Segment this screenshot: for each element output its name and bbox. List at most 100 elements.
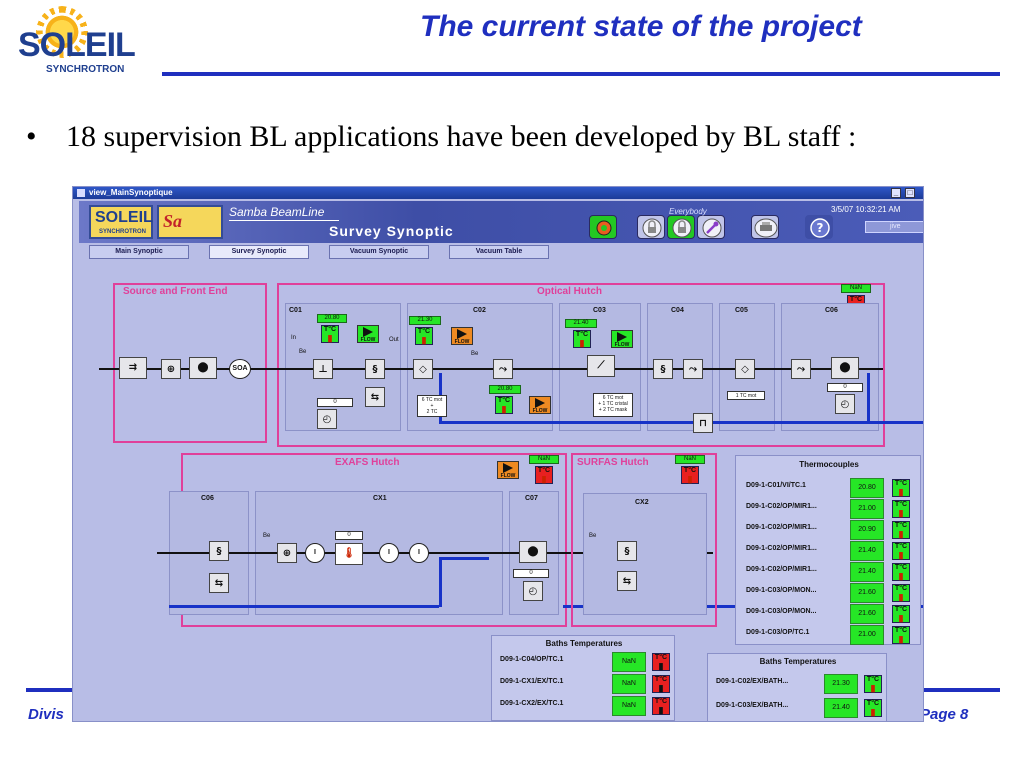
c05-tc-note: 1 TC mot bbox=[727, 391, 765, 400]
table-row: D09-1-C02/OP/MIR1... 21.40 T°C ▮ bbox=[746, 541, 916, 561]
cx1-ion-chamber-3-icon[interactable]: I bbox=[409, 543, 429, 563]
bath-name: D09-1-CX2/EX/TC.1 bbox=[500, 700, 564, 707]
c06b-bellows-icon[interactable]: § bbox=[209, 541, 229, 561]
c03-thermometer-icon[interactable]: T°C ▮ bbox=[573, 330, 591, 348]
c02-tc-note: 6 TC mot + 2 TC bbox=[417, 395, 447, 417]
exafs-thermometer-icon[interactable]: T°C ▮ bbox=[535, 466, 553, 484]
user-field[interactable]: jive bbox=[865, 221, 923, 233]
thermometer-icon[interactable]: T°C ▮ bbox=[892, 605, 910, 623]
baths-temperatures-panel-2: Baths Temperatures D09-1-C02/EX/BATH... 2… bbox=[707, 653, 887, 721]
cell-cx1-label: CX1 bbox=[373, 495, 387, 502]
source-device[interactable]: ⇉ bbox=[119, 357, 147, 379]
c04-bellows-icon[interactable]: § bbox=[653, 359, 673, 379]
app-header: SOLEIL SYNCHROTRON Sa Samba BeamLine Sur… bbox=[79, 201, 923, 243]
help-glyph: ? bbox=[817, 221, 824, 235]
thermometer-icon[interactable]: T°C ▮ bbox=[892, 542, 910, 560]
c01-flow-icon[interactable]: FLOW bbox=[357, 325, 379, 343]
thermometer-icon[interactable]: T°C ▮ bbox=[652, 675, 670, 693]
cell-c06-label: C06 bbox=[825, 307, 838, 314]
table-row: D09-1-C03/EX/BATH... 21.40 T°C ▮ bbox=[716, 698, 884, 718]
thermometer-icon[interactable]: T°C ▮ bbox=[892, 584, 910, 602]
thermometer-icon[interactable]: T°C ▮ bbox=[892, 479, 910, 497]
gear-icon[interactable] bbox=[589, 215, 617, 239]
lock-icon[interactable] bbox=[667, 215, 695, 239]
c06b-pump-icon[interactable]: ⇆ bbox=[209, 573, 229, 593]
tc-value: 21.60 bbox=[850, 583, 884, 603]
thermometer-icon[interactable]: T°C ▮ bbox=[892, 521, 910, 539]
footer-left-text: Divis bbox=[28, 706, 64, 723]
maximize-button[interactable]: □ bbox=[905, 188, 915, 198]
lock-icon[interactable] bbox=[637, 215, 665, 239]
tab-survey-synoptic[interactable]: Survey Synoptic bbox=[209, 245, 309, 259]
table-row: D09-1-C02/OP/MIR1... 21.00 T°C ▮ bbox=[746, 499, 916, 519]
app-logo-word: SOLEIL bbox=[95, 209, 153, 226]
baths-title-1: Baths Temperatures bbox=[545, 639, 623, 648]
cx1-crosshair-icon[interactable]: ⊕ bbox=[277, 543, 297, 563]
table-row: D09-1-C03/OP/TC.1 21.00 T°C ▮ bbox=[746, 625, 916, 645]
tc-name: D09-1-C01/VI/TC.1 bbox=[746, 482, 806, 489]
cx1-ion-chamber-2-icon[interactable]: I bbox=[379, 543, 399, 563]
footer-divider-right bbox=[924, 688, 1000, 692]
c02-thermometer-icon[interactable]: T°C ▮ bbox=[415, 327, 433, 345]
c06-screen-icon[interactable]: ⬤ bbox=[831, 357, 859, 379]
c01-thermometer-icon[interactable]: T°C ▮ bbox=[321, 325, 339, 343]
exafs-flow-icon[interactable]: FLOW bbox=[497, 461, 519, 479]
c02-flow2-icon[interactable]: FLOW bbox=[529, 396, 551, 414]
thermometer-icon[interactable]: T°C ▮ bbox=[652, 653, 670, 671]
thermocouples-title: Thermocouples bbox=[799, 460, 859, 469]
c06-filter-icon[interactable]: ⤳ bbox=[791, 359, 811, 379]
cx2-pump-icon[interactable]: ⇆ bbox=[617, 571, 637, 591]
water-line-optical bbox=[439, 421, 923, 424]
optical-nan-readout: NaN bbox=[841, 284, 871, 293]
thermometer-icon[interactable]: T°C ▮ bbox=[892, 626, 910, 644]
samba-logo-word: Sa bbox=[163, 211, 183, 231]
c02-mirror-icon[interactable]: ◇ bbox=[413, 359, 433, 379]
bath-value: NaN bbox=[612, 674, 646, 694]
c02-filter-icon[interactable]: ⤳ bbox=[493, 359, 513, 379]
tc-value: 21.40 bbox=[850, 541, 884, 561]
thermometer-icon[interactable]: T°C ▮ bbox=[864, 675, 882, 693]
tc-name: D09-1-C02/OP/MIR1... bbox=[746, 503, 817, 510]
c06-pressure-gauge-icon[interactable]: ◴ bbox=[835, 394, 855, 414]
thermometer-icon[interactable]: T°C ▮ bbox=[652, 697, 670, 715]
surfas-nan-readout: NaN bbox=[675, 455, 705, 464]
help-icon[interactable]: ? bbox=[805, 215, 833, 239]
tab-main-synoptic[interactable]: Main Synoptic bbox=[89, 245, 189, 259]
tab-vacuum-table[interactable]: Vacuum Table bbox=[449, 245, 549, 259]
footer-divider-left bbox=[26, 688, 72, 692]
surfas-thermometer-icon[interactable]: T°C ▮ bbox=[681, 466, 699, 484]
c01-slits-icon[interactable]: ⊥ bbox=[313, 359, 333, 379]
slide-title: The current state of the project bbox=[420, 10, 862, 43]
tc-name: D09-1-C02/OP/MIR1... bbox=[746, 524, 817, 531]
thermometer-icon[interactable]: T°C ▮ bbox=[892, 500, 910, 518]
wrench-icon[interactable] bbox=[697, 215, 725, 239]
c07-screen-icon[interactable]: ⬤ bbox=[519, 541, 547, 563]
cell-c05-label: C05 bbox=[735, 307, 748, 314]
title-divider bbox=[162, 72, 1000, 76]
c07-pressure-gauge-icon[interactable]: ◴ bbox=[523, 581, 543, 601]
c02-flow-icon[interactable]: FLOW bbox=[451, 327, 473, 345]
c01-pressure-gauge-icon[interactable]: ◴ bbox=[317, 409, 337, 429]
tab-vacuum-synoptic[interactable]: Vacuum Synoptic bbox=[329, 245, 429, 259]
soa-valve-icon[interactable]: SOA bbox=[229, 359, 251, 379]
pump-station-icon[interactable]: ⊓ bbox=[693, 413, 713, 433]
c02-thermometer2-icon[interactable]: T°C ▮ bbox=[495, 396, 513, 414]
cx2-bellows-icon[interactable]: § bbox=[617, 541, 637, 561]
screen-icon[interactable]: ⬤ bbox=[189, 357, 217, 379]
c01-pump-icon[interactable]: ⇆ bbox=[365, 387, 385, 407]
thermometer-icon[interactable]: T°C ▮ bbox=[864, 699, 882, 717]
c03-flow-icon[interactable]: FLOW bbox=[611, 330, 633, 348]
c01-zero-readout: 0 bbox=[317, 398, 353, 407]
cx1-thermometer-icon[interactable]: 🌡 bbox=[335, 543, 363, 565]
user-group-label: Everybody bbox=[669, 207, 707, 216]
c03-monochromator-icon[interactable]: ⟋ bbox=[587, 355, 615, 377]
c04-filter-icon[interactable]: ⤳ bbox=[683, 359, 703, 379]
c05-mirror-icon[interactable]: ◇ bbox=[735, 359, 755, 379]
printer-icon[interactable] bbox=[751, 215, 779, 239]
thermometer-icon[interactable]: T°C ▮ bbox=[892, 563, 910, 581]
c01-bellows-icon[interactable]: § bbox=[365, 359, 385, 379]
water-line-drop-c06 bbox=[867, 373, 870, 423]
crosshair-icon[interactable]: ⊕ bbox=[161, 359, 181, 379]
cx1-ion-chamber-1-icon[interactable]: I bbox=[305, 543, 325, 563]
minimize-button[interactable]: _ bbox=[891, 188, 901, 198]
